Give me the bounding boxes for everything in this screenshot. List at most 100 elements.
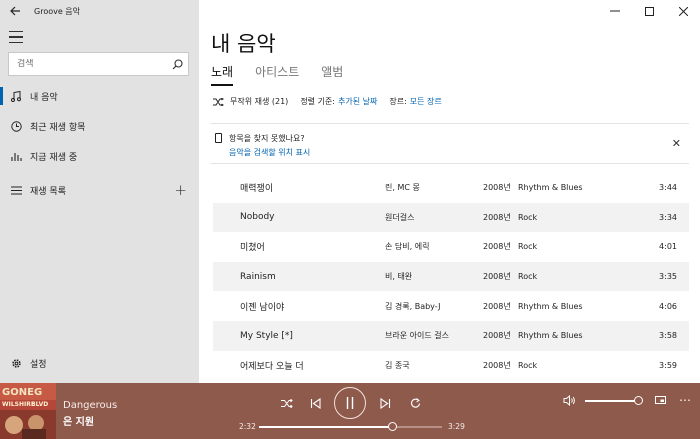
song-artist[interactable]: 린, MC 몽 [385,182,420,193]
song-artist[interactable]: 원더걸스 [385,212,414,223]
total-time: 3:29 [448,422,465,431]
hamburger-menu-icon[interactable] [9,31,23,43]
song-row[interactable]: My Style [*] 브라운 아이드 걸스 2008년 Rhythm & B… [213,320,689,351]
song-row[interactable]: Nobody 원더걸스 2008년 Rock 3:34 [213,202,689,233]
sidebar-item-playlists[interactable]: 재생 목록 + [0,178,199,202]
speaker-icon [563,394,575,406]
shuffle-all-button[interactable]: 무작위 재생 (21) [230,96,288,107]
show-music-locations-link[interactable]: 음악을 검색할 위치 표시 [229,147,310,158]
next-button[interactable] [377,393,393,413]
song-year: 2008년 [483,242,511,252]
song-title: My Style [*] [240,330,293,341]
settings-label: 설정 [30,359,47,370]
repeat-button[interactable] [407,393,423,413]
song-genre: Rhythm & Blues [518,183,583,193]
sort-dropdown[interactable]: 추가된 날짜 [338,96,377,107]
gear-icon [9,358,23,369]
pause-icon [346,397,354,409]
song-row[interactable]: 미쳤어 손 담비, 에릭 2008년 Rock 4:01 [213,232,689,262]
elapsed-time: 2:32 [239,422,256,431]
mini-player-icon [654,396,666,404]
song-artist[interactable]: 김 종국 [385,360,410,371]
minimize-icon[interactable] [598,0,632,22]
volume-level [585,400,638,402]
song-year: 2008년 [483,331,511,341]
song-duration: 3:59 [659,360,677,370]
sidebar-item-recent[interactable]: 최근 재생 항목 [0,114,199,138]
song-genre: Rhythm & Blues [518,331,583,341]
maximize-icon[interactable] [632,0,666,22]
mini-view-button[interactable] [652,392,668,408]
song-duration: 3:35 [659,272,677,282]
close-window-icon[interactable] [666,0,700,22]
album-art[interactable]: GONE G WILSHIRE BLVD [0,383,56,439]
sidebar-nav: 내 음악 최근 재생 항목 지금 재생 중 재생 목록 + [0,84,199,208]
seek-bar[interactable] [259,422,442,431]
song-row[interactable]: Rainism 비, 태완 2008년 Rock 3:35 [213,261,689,292]
song-artist[interactable]: 손 담비, 에릭 [385,241,429,252]
seek-progress [259,426,393,428]
song-title: 미쳤어 [240,243,265,254]
sidebar-item-now-playing[interactable]: 지금 재생 중 [0,144,199,168]
app-title: Groove 음악 [34,6,81,16]
titlebar-left: Groove 음악 [0,0,199,22]
song-title: Nobody [240,212,275,223]
music-note-icon [9,89,23,103]
song-genre: Rock [518,212,538,222]
pause-button[interactable] [334,387,366,419]
close-notice-icon[interactable]: ✕ [672,137,681,150]
sidebar-item-my-music[interactable]: 내 음악 [0,84,199,108]
song-title: 매력쟁이 [240,184,274,195]
main-content: 내 음악 노래 아티스트 앨범 무작위 재생 (21) 정렬 기준: 추가된 날… [199,0,700,383]
song-title: Rainism [240,271,276,282]
tab-bar: 노래 아티스트 앨범 [211,63,343,86]
missing-music-notice: 항목을 찾지 못했나요? 음악을 검색할 위치 표시 ✕ [211,123,689,164]
volume-button[interactable] [561,392,577,408]
search-input[interactable] [9,59,166,69]
back-button[interactable] [0,0,30,22]
now-playing-title[interactable]: Dangerous [63,400,117,411]
volume-slider[interactable] [585,396,643,405]
playlist-icon [9,183,23,197]
sidebar-item-label: 지금 재생 중 [30,152,78,163]
song-row[interactable]: 어제보다 오늘 더 김 종국 2008년 Rock 3:59 [213,351,689,381]
search-icon[interactable] [166,58,188,70]
more-options-icon[interactable]: ⋯ [677,392,693,408]
sidebar-item-label: 최근 재생 항목 [30,122,86,133]
sidebar-item-settings[interactable]: 설정 [0,352,199,374]
volume-thumb[interactable] [633,396,643,405]
song-row[interactable]: 이젠 남이야 김 경록, Baby-J 2008년 Rhythm & Blues… [213,291,689,321]
tab-albums[interactable]: 앨범 [321,63,343,86]
notice-question: 항목을 찾지 못했나요? [229,134,305,143]
song-artist[interactable]: 비, 태완 [385,271,412,282]
song-artist[interactable]: 브라운 아이드 걸스 [385,330,449,341]
album-art-image: GONE G WILSHIRE BLVD [0,383,56,439]
window-controls [598,0,700,22]
song-list: 매력쟁이 린, MC 몽 2008년 Rhythm & Blues 3:44 N… [213,173,689,380]
song-year: 2008년 [483,183,511,193]
next-icon [379,397,390,409]
svg-text:G: G [34,387,42,398]
genre-dropdown[interactable]: 모든 장르 [410,96,442,107]
song-genre: Rhythm & Blues [518,301,583,311]
shuffle-button[interactable] [279,393,295,413]
svg-text:BLVD: BLVD [31,401,48,408]
song-genre: Rock [518,272,538,282]
tab-artists[interactable]: 아티스트 [255,63,299,86]
device-icon [215,133,222,146]
tab-songs[interactable]: 노래 [211,63,234,86]
song-title: 어제보다 오늘 더 [240,361,304,372]
equalizer-icon [9,149,23,163]
now-playing-artist[interactable]: 은 지원 [63,413,94,428]
repeat-icon [410,397,420,408]
song-row[interactable]: 매력쟁이 린, MC 몽 2008년 Rhythm & Blues 3:44 [213,173,689,203]
shuffle-icon [281,398,293,408]
add-playlist-icon[interactable]: + [174,181,187,199]
previous-icon [310,397,321,409]
song-artist[interactable]: 김 경록, Baby-J [385,301,440,312]
clock-icon [9,119,23,133]
previous-button[interactable] [307,393,323,413]
song-genre: Rock [518,360,538,370]
seek-thumb[interactable] [387,422,397,431]
svg-text:GONE: GONE [2,387,34,398]
